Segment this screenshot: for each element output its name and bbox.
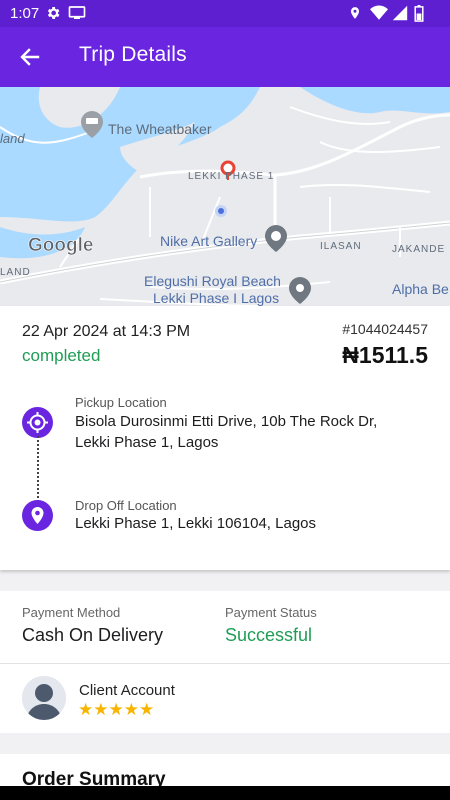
wifi-icon (370, 5, 388, 20)
dropoff-label: Drop Off Location (75, 498, 177, 513)
pickup-address: Bisola Durosinmi Etti Drive, 10b The Roc… (75, 413, 378, 451)
map-label-nike: Nike Art Gallery (160, 233, 257, 249)
payment-method-label: Payment Method (22, 605, 121, 620)
pickup-label: Pickup Location (75, 395, 167, 410)
battery-icon (414, 5, 424, 22)
map-label-elegushi-2: Lekki Phase I Lagos (153, 290, 279, 306)
app-bar: Trip Details (0, 27, 450, 87)
payment-status-label: Payment Status (225, 605, 317, 620)
trip-status: completed (22, 346, 101, 365)
map-pin-icon (31, 507, 44, 524)
map-label-alpha: Alpha Be (392, 281, 449, 297)
trip-price: ₦1511.5 (342, 342, 428, 368)
trip-info-card: 22 Apr 2024 at 14:3 PM completed #104402… (0, 306, 450, 570)
map-label-elegushi-1: Elegushi Royal Beach (144, 273, 281, 289)
route-connector (37, 436, 39, 502)
signal-icon (392, 5, 408, 21)
back-arrow-icon[interactable] (18, 45, 42, 69)
dropoff-icon (22, 500, 53, 531)
trip-map[interactable]: The Wheatbaker land LEKKI PHASE 1 Nike A… (0, 87, 450, 306)
client-card[interactable]: Client Account ★★★★★ (0, 663, 450, 733)
page-title: Trip Details (79, 43, 187, 66)
client-account-label: Client Account (79, 682, 175, 699)
map-label-jakande: JAKANDE (392, 244, 445, 255)
map-label-ilasan: ILASAN (320, 241, 362, 252)
order-id: #1044024457 (342, 321, 428, 337)
payment-method-value: Cash On Delivery (22, 625, 164, 645)
map-label-wheatbaker: The Wheatbaker (108, 121, 212, 137)
payment-card: Payment Method Cash On Delivery Payment … (0, 591, 450, 663)
settings-icon (47, 7, 60, 19)
dropoff-address: Lekki Phase 1, Lekki 106104, Lagos (75, 515, 317, 532)
client-rating-stars: ★★★★★ (78, 700, 155, 719)
current-location-dot (218, 208, 224, 214)
trip-date: 22 Apr 2024 at 14:3 PM (22, 323, 191, 340)
monitor-icon (68, 6, 86, 19)
location-icon (350, 7, 360, 19)
pickup-icon (22, 407, 53, 438)
payment-status-value: Successful (225, 625, 313, 645)
map-label-lekki-phase1: LEKKI PHASE 1 (188, 171, 274, 182)
map-label-island: land (0, 131, 25, 146)
status-time: 1:07 (10, 5, 40, 22)
user-avatar-icon (22, 676, 66, 720)
status-bar: 1:07 (0, 0, 450, 27)
map-label-land: LAND (0, 267, 31, 278)
crosshair-icon (27, 412, 48, 433)
system-nav-bar (0, 786, 450, 800)
client-avatar (22, 676, 66, 720)
google-logo: Google (28, 235, 93, 256)
map-canvas[interactable]: The Wheatbaker land LEKKI PHASE 1 Nike A… (0, 87, 450, 306)
